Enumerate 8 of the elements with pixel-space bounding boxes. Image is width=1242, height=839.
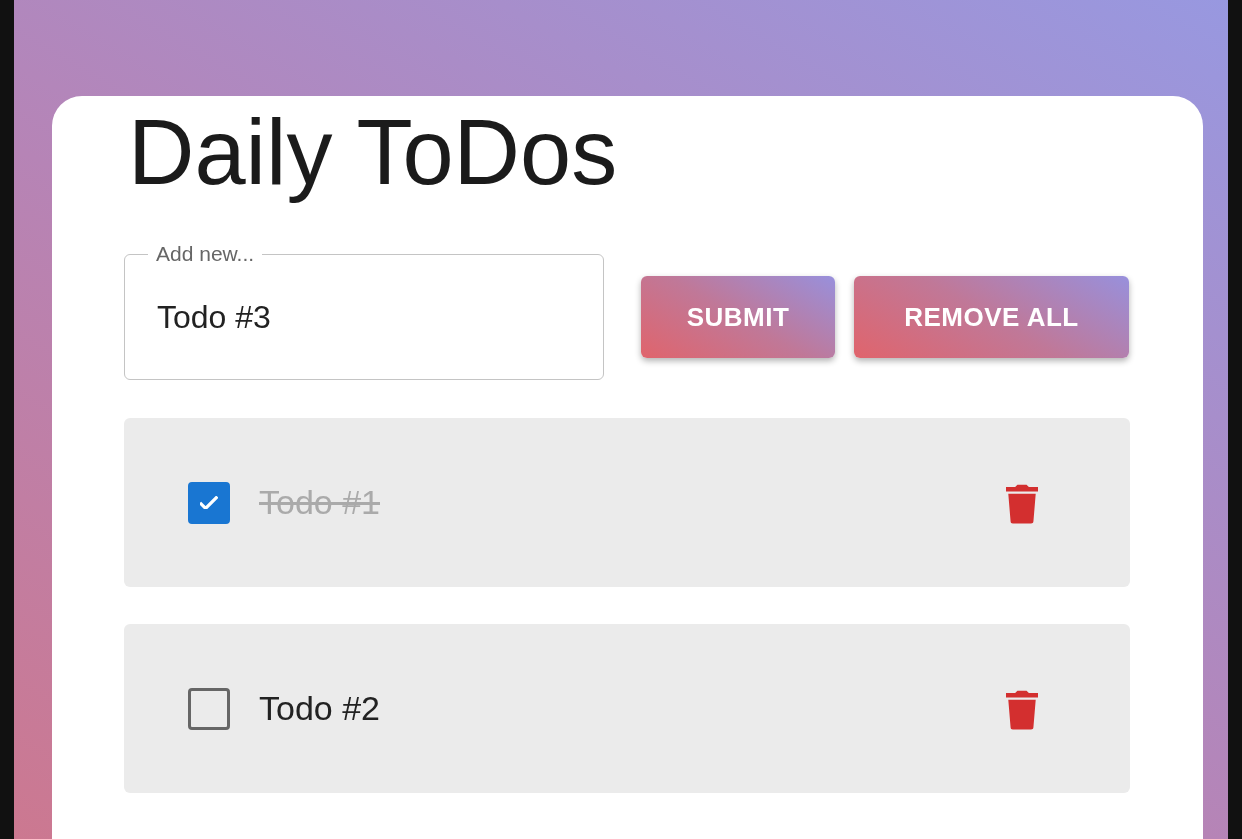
checkbox[interactable] <box>188 687 230 730</box>
todo-text: Todo #2 <box>259 689 381 728</box>
page-title: Daily ToDos <box>128 100 619 205</box>
action-button[interactable]: SUBMIT <box>641 276 835 358</box>
checkbox[interactable] <box>188 481 230 524</box>
check-icon <box>200 496 218 509</box>
action-button[interactable]: REMOVE ALL <box>854 276 1129 358</box>
todo-text: Todo #1 <box>259 483 381 522</box>
